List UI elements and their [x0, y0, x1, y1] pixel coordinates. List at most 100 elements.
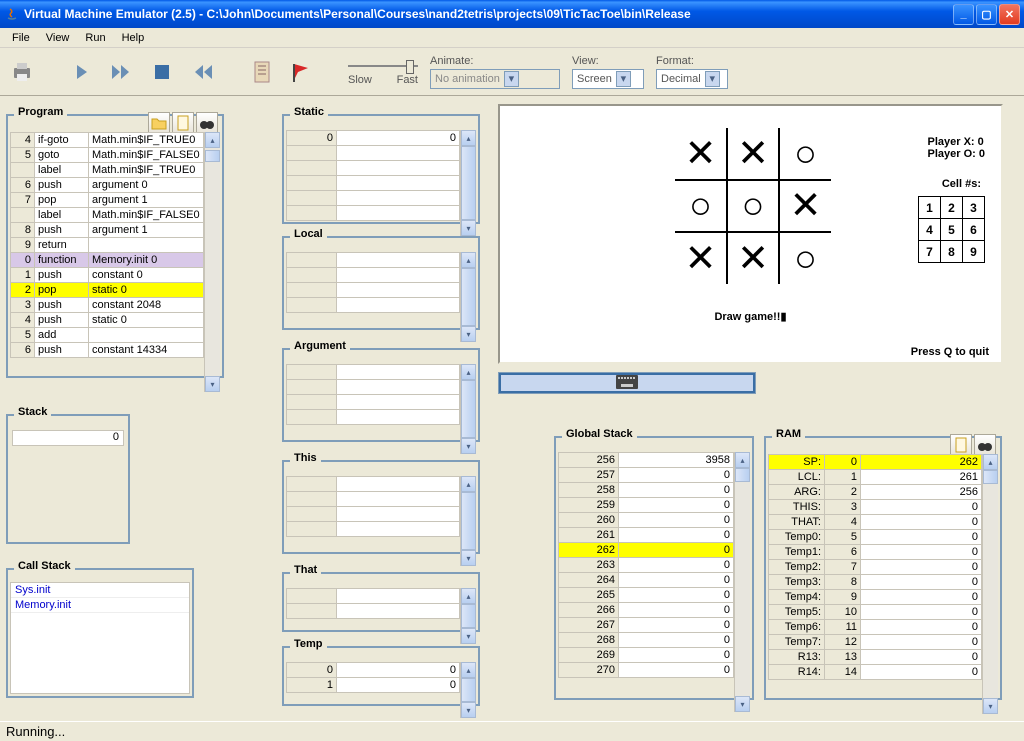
table-row[interactable]: 2620	[559, 543, 734, 558]
table-row[interactable]	[287, 283, 460, 298]
program-row[interactable]: 7popargument 1	[11, 193, 204, 208]
table-row[interactable]: 2650	[559, 588, 734, 603]
menu-view[interactable]: View	[38, 30, 78, 46]
new-file-icon[interactable]	[172, 112, 194, 134]
table-row[interactable]: 00	[287, 663, 460, 678]
open-folder-icon[interactable]	[148, 112, 170, 134]
view-combo[interactable]: Screen▾	[572, 69, 644, 89]
minimize-button[interactable]: _	[953, 4, 974, 25]
table-row[interactable]: 2700	[559, 663, 734, 678]
table-row[interactable]: 2600	[559, 513, 734, 528]
table-row[interactable]: Temp6:110	[769, 620, 982, 635]
fast-forward-icon[interactable]	[108, 58, 136, 86]
program-row[interactable]: 6pushconstant 14334	[11, 343, 204, 358]
table-row[interactable]	[287, 395, 460, 410]
table-row[interactable]: LCL:1261	[769, 470, 982, 485]
program-row[interactable]: 0functionMemory.init 0	[11, 253, 204, 268]
table-row[interactable]: 2563958	[559, 453, 734, 468]
program-row[interactable]: 1pushconstant 0	[11, 268, 204, 283]
rewind-icon[interactable]	[188, 58, 216, 86]
program-row[interactable]: labelMath.min$IF_FALSE0	[11, 208, 204, 223]
table-row[interactable]: 2630	[559, 558, 734, 573]
table-row[interactable]: THIS:30	[769, 500, 982, 515]
flag-icon[interactable]	[288, 58, 316, 86]
close-button[interactable]: ✕	[999, 4, 1020, 25]
table-row[interactable]	[287, 492, 460, 507]
static-scrollbar[interactable]: ▴▾	[460, 130, 476, 236]
table-row[interactable]: Temp3:80	[769, 575, 982, 590]
program-row[interactable]: 4pushstatic 0	[11, 313, 204, 328]
table-row[interactable]: 00	[287, 131, 460, 146]
table-row[interactable]	[287, 176, 460, 191]
table-row[interactable]: THAT:40	[769, 515, 982, 530]
table-row[interactable]	[287, 380, 460, 395]
table-row[interactable]	[287, 191, 460, 206]
table-row[interactable]	[287, 507, 460, 522]
that-scrollbar[interactable]: ▴▾	[460, 588, 476, 644]
temp-scrollbar[interactable]: ▴▾	[460, 662, 476, 718]
table-row[interactable]: SP:0262	[769, 455, 982, 470]
callstack-item[interactable]: Memory.init	[11, 598, 189, 613]
program-row[interactable]: 2popstatic 0	[11, 283, 204, 298]
table-row[interactable]: 2680	[559, 633, 734, 648]
menu-help[interactable]: Help	[114, 30, 153, 46]
table-row[interactable]: 2690	[559, 648, 734, 663]
program-row[interactable]: 5gotoMath.min$IF_FALSE0	[11, 148, 204, 163]
program-row[interactable]: 9return	[11, 238, 204, 253]
animate-combo[interactable]: No animation▾	[430, 69, 560, 89]
step-icon[interactable]	[68, 58, 96, 86]
table-row[interactable]: 2610	[559, 528, 734, 543]
table-row[interactable]	[287, 298, 460, 313]
keyboard-focus-bar[interactable]	[498, 372, 756, 394]
menu-file[interactable]: File	[4, 30, 38, 46]
table-row[interactable]	[287, 253, 460, 268]
table-row[interactable]: R13:130	[769, 650, 982, 665]
table-row[interactable]: 2640	[559, 573, 734, 588]
table-row[interactable]: 10	[287, 678, 460, 693]
binoculars-icon[interactable]	[196, 112, 218, 134]
program-row[interactable]: 8pushargument 1	[11, 223, 204, 238]
this-scrollbar[interactable]: ▴▾	[460, 476, 476, 566]
table-row[interactable]: Temp4:90	[769, 590, 982, 605]
stop-icon[interactable]	[148, 58, 176, 86]
table-row[interactable]: 2670	[559, 618, 734, 633]
speed-slider[interactable]: SlowFast	[348, 58, 418, 86]
table-row[interactable]	[287, 206, 460, 221]
table-row[interactable]: 2660	[559, 603, 734, 618]
program-row[interactable]: 3pushconstant 2048	[11, 298, 204, 313]
ram-scrollbar[interactable]: ▴▾	[982, 454, 998, 714]
program-table[interactable]: 4if-gotoMath.min$IF_TRUE05gotoMath.min$I…	[10, 132, 204, 358]
table-row[interactable]: R14:140	[769, 665, 982, 680]
format-combo[interactable]: Decimal▾	[656, 69, 728, 89]
table-row[interactable]	[287, 522, 460, 537]
table-row[interactable]	[287, 365, 460, 380]
program-row[interactable]: 5add	[11, 328, 204, 343]
table-row[interactable]	[287, 477, 460, 492]
table-row[interactable]: 2570	[559, 468, 734, 483]
table-row[interactable]	[287, 410, 460, 425]
globalstack-table[interactable]: 2563958257025802590260026102620263026402…	[558, 452, 734, 678]
table-row[interactable]: 2590	[559, 498, 734, 513]
program-scrollbar[interactable]: ▴▾	[204, 132, 220, 392]
table-row[interactable]	[287, 161, 460, 176]
table-row[interactable]: Temp7:120	[769, 635, 982, 650]
ram-table[interactable]: SP:0262LCL:1261ARG:2256THIS:30THAT:40Tem…	[768, 454, 982, 680]
script-icon[interactable]	[248, 58, 276, 86]
table-row[interactable]: Temp2:70	[769, 560, 982, 575]
table-row[interactable]	[287, 589, 460, 604]
callstack-item[interactable]: Sys.init	[11, 583, 189, 598]
table-row[interactable]: Temp0:50	[769, 530, 982, 545]
table-row[interactable]	[287, 268, 460, 283]
program-row[interactable]: labelMath.min$IF_TRUE0	[11, 163, 204, 178]
local-scrollbar[interactable]: ▴▾	[460, 252, 476, 342]
table-row[interactable]: Temp1:60	[769, 545, 982, 560]
table-row[interactable]: Temp5:100	[769, 605, 982, 620]
program-row[interactable]: 4if-gotoMath.min$IF_TRUE0	[11, 133, 204, 148]
table-row[interactable]: ARG:2256	[769, 485, 982, 500]
table-row[interactable]	[287, 146, 460, 161]
ram-file-icon[interactable]	[950, 434, 972, 456]
argument-scrollbar[interactable]: ▴▾	[460, 364, 476, 454]
program-row[interactable]: 6pushargument 0	[11, 178, 204, 193]
ram-search-icon[interactable]	[974, 434, 996, 456]
menu-run[interactable]: Run	[77, 30, 113, 46]
